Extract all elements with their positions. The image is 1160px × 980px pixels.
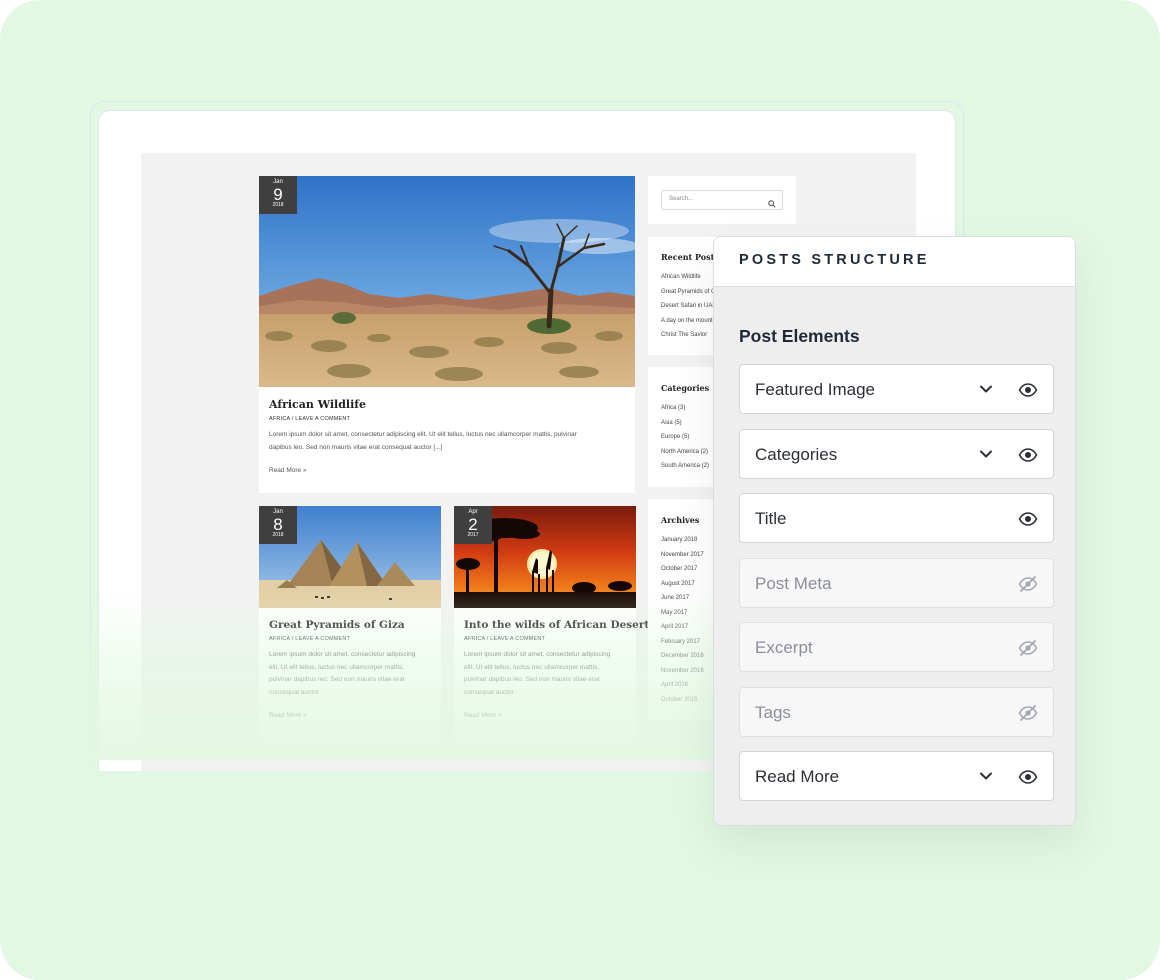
archive-link[interactable]: April 2016 (661, 678, 704, 693)
archive-link[interactable]: October 2015 (661, 693, 704, 708)
post-meta[interactable]: AFRICA / LEAVE A COMMENT (464, 636, 545, 642)
excerpt-line: consequat auctor (269, 688, 319, 696)
eye-slash-icon[interactable] (1018, 575, 1038, 598)
post-elements-heading: Post Elements (739, 326, 860, 346)
element-row-title[interactable]: Title (739, 493, 1054, 543)
canvas-background: Jan 9 2018 African Wildlife AFRICA / LEA… (0, 0, 1160, 980)
element-label: Read More (755, 767, 840, 786)
eye-icon[interactable] (1018, 381, 1038, 404)
featured-post-excerpt: Lorem ipsum dolor sit amet, consectetur … (269, 429, 629, 454)
excerpt-line: Lorem ipsum dolor sit amet, consectetur … (464, 651, 611, 658)
excerpt-line: Lorem ipsum dolor sit amet, consectetur … (269, 651, 416, 658)
sidebar-search-widget: Search... (648, 176, 796, 224)
category-link[interactable]: Africa (3) (661, 401, 709, 416)
element-label: Excerpt (755, 638, 813, 657)
featured-post-meta[interactable]: AFRICA / LEAVE A COMMENT (269, 416, 350, 422)
date-day: 8 (273, 515, 283, 534)
date-day: 9 (273, 185, 283, 204)
date-year: 2017 (467, 532, 479, 538)
panel-title: POSTS STRUCTURE (739, 252, 930, 268)
post-image-african-desert[interactable]: Apr 2 2017 (454, 506, 636, 608)
post-card-african-desert: Apr 2 2017 Into the wilds of African Des… (454, 506, 649, 746)
element-row-read-more[interactable]: Read More (739, 751, 1054, 801)
post-title[interactable]: Great Pyramids of Giza (269, 619, 405, 631)
featured-post-card: Jan 9 2018 African Wildlife AFRICA / LEA… (259, 176, 635, 493)
chevron-down-icon[interactable] (978, 446, 994, 467)
chevron-down-icon[interactable] (978, 381, 994, 402)
post-image-pyramids[interactable]: Jan 8 2018 (259, 506, 441, 608)
eye-icon[interactable] (1018, 510, 1038, 533)
archive-link[interactable]: June 2017 (661, 591, 704, 606)
date-day: 2 (468, 515, 478, 534)
category-link[interactable]: Europe (5) (661, 430, 709, 445)
post-meta[interactable]: AFRICA / LEAVE A COMMENT (269, 636, 350, 642)
archive-link[interactable]: November 2017 (661, 548, 704, 563)
posts-structure-panel: POSTS STRUCTURE Post Elements Featured I… (713, 236, 1076, 826)
archive-link[interactable]: May 2017 (661, 606, 704, 621)
eye-slash-icon[interactable] (1018, 704, 1038, 727)
search-placeholder: Search... (669, 196, 694, 202)
post-date-badge: Apr 2 2017 (454, 506, 492, 544)
post-card-pyramids: Jan 8 2018 Great Pyramids of Giza AFRICA… (259, 506, 441, 746)
category-link[interactable]: Asia (5) (661, 416, 709, 431)
archive-link[interactable]: February 2017 (661, 635, 704, 650)
panel-header: POSTS STRUCTURE (714, 237, 1075, 287)
excerpt-line: pulvinar dapibus leo. Sed non mauris vit… (464, 676, 600, 683)
archive-link[interactable]: August 2017 (661, 577, 704, 592)
eye-icon[interactable] (1018, 446, 1038, 469)
element-label: Featured Image (755, 380, 876, 399)
search-icon[interactable] (768, 195, 776, 213)
eye-slash-icon[interactable] (1018, 639, 1038, 662)
element-row-categories[interactable]: Categories (739, 429, 1054, 479)
post-read-more[interactable]: Read More » (464, 712, 502, 719)
archives-title: Archives (661, 515, 700, 525)
element-row-tags[interactable]: Tags (739, 687, 1054, 737)
categories-list: Africa (3) Asia (5) Europe (5) North Ame… (661, 401, 709, 474)
archive-link[interactable]: April 2017 (661, 620, 704, 635)
featured-post-read-more[interactable]: Read More » (269, 467, 307, 474)
element-row-excerpt[interactable]: Excerpt (739, 622, 1054, 672)
excerpt-line: consequat auctor (464, 688, 514, 696)
featured-post-image[interactable]: Jan 9 2018 (259, 176, 635, 387)
eye-icon[interactable] (1018, 768, 1038, 791)
element-row-featured-image[interactable]: Featured Image (739, 364, 1054, 414)
date-year: 2018 (272, 202, 284, 208)
element-label: Post Meta (755, 574, 832, 593)
chevron-down-icon[interactable] (978, 768, 994, 789)
post-excerpt: Lorem ipsum dolor sit amet, consectetur … (464, 649, 634, 699)
categories-title: Categories (661, 383, 710, 393)
archives-list: January 2018 November 2017 October 2017 … (661, 533, 704, 707)
element-label: Title (755, 509, 787, 528)
element-label: Tags (755, 703, 791, 722)
archive-link[interactable]: October 2017 (661, 562, 704, 577)
excerpt-line: pulvinar dapibus leo. Sed non mauris vit… (269, 676, 405, 683)
excerpt-line: dapibus leo. Sed non mauris vitae erat c… (269, 443, 443, 451)
excerpt-line: elit. Ut elit tellus, luctus nec ullamco… (464, 663, 600, 671)
post-title[interactable]: Into the wilds of African Desert (464, 619, 649, 631)
excerpt-line: elit. Ut elit tellus, luctus nec ullamco… (269, 663, 405, 671)
post-excerpt: Lorem ipsum dolor sit amet, consectetur … (269, 649, 439, 699)
archive-link[interactable]: December 2016 (661, 649, 704, 664)
element-label: Categories (755, 445, 838, 464)
archive-link[interactable]: January 2018 (661, 533, 704, 548)
element-row-post-meta[interactable]: Post Meta (739, 558, 1054, 608)
search-input[interactable]: Search... (661, 190, 783, 210)
post-date-badge: Jan 8 2018 (259, 506, 297, 544)
date-year: 2018 (272, 532, 284, 538)
archive-link[interactable]: November 2016 (661, 664, 704, 679)
recent-posts-title: Recent Posts (661, 252, 719, 262)
featured-post-date-badge: Jan 9 2018 (259, 176, 297, 214)
category-link[interactable]: North America (2) (661, 445, 709, 460)
category-link[interactable]: South America (2) (661, 459, 709, 474)
excerpt-line: Lorem ipsum dolor sit amet, consectetur … (269, 431, 577, 438)
post-read-more[interactable]: Read More » (269, 712, 307, 719)
featured-post-title[interactable]: African Wildlife (269, 398, 366, 411)
